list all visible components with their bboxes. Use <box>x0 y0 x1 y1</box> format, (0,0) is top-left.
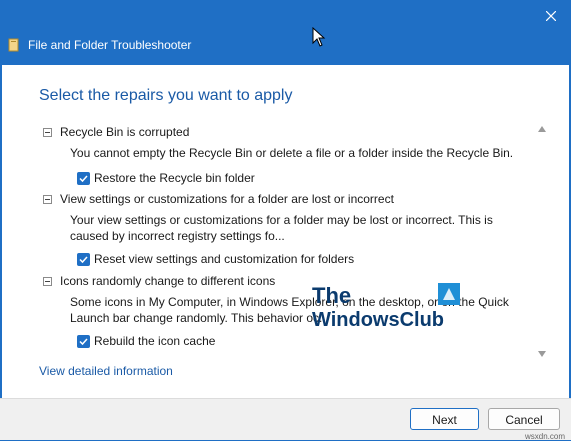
watermark-line-1: The <box>312 283 352 308</box>
triangle-up-icon <box>538 126 546 132</box>
scroll-down-button[interactable] <box>536 349 548 359</box>
collapse-icon[interactable] <box>43 277 52 286</box>
windowsclub-logo-icon <box>438 283 460 305</box>
checkmark-icon <box>79 175 88 183</box>
checkmark-icon <box>79 256 88 264</box>
next-button[interactable]: Next <box>410 408 479 430</box>
cancel-button[interactable]: Cancel <box>488 408 560 430</box>
watermark-line-2: WindowsClub <box>312 309 445 331</box>
option-label: Rebuild the icon cache <box>94 334 216 348</box>
checkbox[interactable] <box>77 335 90 348</box>
dialog-footer: Next Cancel <box>0 398 571 440</box>
scroll-up-button[interactable] <box>536 124 548 134</box>
triangle-down-icon <box>538 351 546 357</box>
checkbox[interactable] <box>77 253 90 266</box>
collapse-icon[interactable] <box>43 195 52 204</box>
collapse-icon[interactable] <box>43 128 52 137</box>
close-icon <box>546 11 556 21</box>
windowsclub-watermark: The WindowsClub <box>310 283 480 335</box>
checkmark-icon <box>79 338 88 346</box>
checkbox[interactable] <box>77 172 90 185</box>
mouse-cursor-icon <box>312 27 326 47</box>
option-label: Reset view settings and customization fo… <box>94 252 355 266</box>
close-button[interactable] <box>531 0 571 32</box>
item-title: View settings or customizations for a fo… <box>60 192 394 206</box>
title-bar: File and Folder Troubleshooter <box>0 0 571 65</box>
item-description: Your view settings or customizations for… <box>70 213 493 243</box>
item-title: Recycle Bin is corrupted <box>60 125 190 139</box>
vertical-scrollbar[interactable] <box>536 124 548 359</box>
content-panel: Select the repairs you want to apply Rec… <box>2 65 569 398</box>
view-detailed-information-link[interactable]: View detailed information <box>39 364 173 378</box>
window-title: File and Folder Troubleshooter <box>28 38 192 52</box>
item-description: You cannot empty the Recycle Bin or dele… <box>70 146 514 160</box>
page-title: Select the repairs you want to apply <box>39 87 293 104</box>
folder-icon <box>8 38 19 52</box>
option-label: Restore the Recycle bin folder <box>94 171 255 185</box>
item-title: Icons randomly change to different icons <box>60 274 276 288</box>
